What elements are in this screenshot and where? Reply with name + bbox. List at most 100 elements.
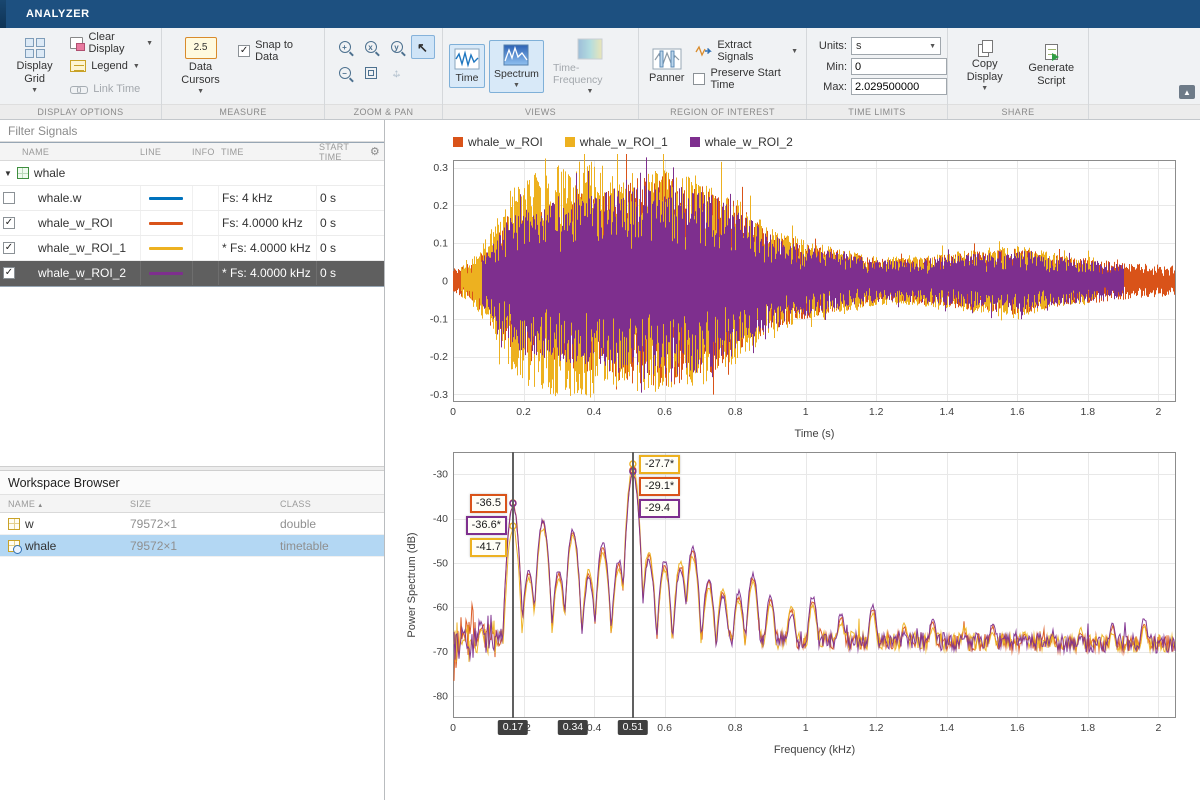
legend-label: whale_w_ROI_1	[580, 135, 668, 149]
ribbon: Display Grid ▼ Clear Display ▼ Legend ▼	[0, 28, 1200, 120]
legend-item: whale_w_ROI	[453, 135, 543, 149]
signal-name: whale_w_ROI_1	[18, 241, 140, 255]
signal-row[interactable]: ✓whale_w_ROI_2* Fs: 4.0000 kHz0 s	[0, 261, 384, 286]
zoom-x-button[interactable]: x	[359, 35, 383, 59]
column-start-time[interactable]: START TIME	[316, 142, 366, 162]
signal-table: NAME LINE INFO TIME START TIME ⚙ ▼ whale…	[0, 142, 384, 287]
checkbox-unchecked-icon	[693, 73, 705, 85]
link-time-label: Link Time	[93, 83, 140, 95]
link-time-button[interactable]: Link Time	[68, 79, 155, 99]
table-icon	[8, 518, 20, 530]
panner-label: Panner	[649, 72, 684, 85]
display-grid-icon	[25, 38, 45, 58]
toolstrip-tabbar: ANALYZERDISPLAYTIMESPECTRUM ? ▾	[0, 0, 1200, 28]
workspace-title: Workspace Browser	[0, 471, 384, 495]
workspace-row[interactable]: whale79572×1timetable	[0, 535, 384, 557]
signal-group-row[interactable]: ▼ whale	[0, 161, 384, 186]
legend-button[interactable]: Legend ▼	[68, 56, 155, 76]
zoom-out-button[interactable]: −	[333, 61, 357, 85]
column-class[interactable]: CLASS	[280, 499, 384, 509]
column-size[interactable]: SIZE	[130, 499, 280, 509]
data-cursors-button[interactable]: 2.5 Data Cursors ▼	[168, 35, 233, 97]
spectrum-view-label: Spectrum	[494, 68, 539, 80]
column-info[interactable]: INFO	[192, 147, 218, 157]
signal-group-icon	[17, 167, 29, 179]
clear-display-button[interactable]: Clear Display ▼	[68, 33, 155, 53]
minimize-ribbon-button[interactable]: ▲	[1179, 85, 1195, 99]
units-label: Units:	[813, 40, 847, 52]
spectrum-view-button[interactable]: Spectrum ▼	[489, 40, 544, 93]
time-plot-canvas[interactable]	[403, 154, 1188, 426]
zoom-y-icon: y	[391, 41, 403, 53]
extract-signals-button[interactable]: Extract Signals ▼	[693, 41, 800, 61]
checkbox-checked-icon[interactable]: ✓	[3, 267, 15, 279]
time-frequency-view-button[interactable]: Time-Frequency ▼	[548, 34, 632, 99]
signal-start-time: 0 s	[316, 236, 366, 260]
column-time[interactable]: TIME	[218, 147, 316, 157]
workspace-browser: Workspace Browser NAME▲ SIZE CLASS w7957…	[0, 466, 384, 800]
snap-to-data-checkbox[interactable]: ✓ Snap to Data	[238, 39, 318, 63]
variable-class: double	[280, 517, 384, 531]
time-view-icon	[454, 48, 480, 70]
column-name[interactable]: NAME	[18, 147, 140, 157]
chevron-down-icon: ▼	[31, 87, 38, 94]
signal-group-name: whale	[34, 166, 65, 180]
time-view-button[interactable]: Time	[449, 44, 485, 88]
expand-collapse-icon[interactable]: ▼	[4, 169, 12, 178]
min-time-field[interactable]	[851, 58, 947, 75]
filter-signals-input[interactable]	[0, 120, 384, 142]
column-name[interactable]: NAME▲	[0, 499, 130, 509]
units-value: s	[856, 40, 862, 52]
section-label: DISPLAY OPTIONS	[0, 104, 161, 119]
signal-start-time: 0 s	[316, 261, 366, 285]
spectrum-plot-canvas[interactable]	[403, 446, 1188, 742]
time-view-label: Time	[456, 72, 479, 84]
section-label: ZOOM & PAN	[325, 104, 442, 119]
zoom-y-button[interactable]: y	[385, 35, 409, 59]
extract-signals-label: Extract Signals	[717, 39, 786, 63]
copy-display-button[interactable]: Copy Display ▼	[954, 38, 1016, 94]
column-line[interactable]: LINE	[140, 147, 192, 157]
checkbox-checked-icon[interactable]: ✓	[3, 217, 15, 229]
variable-size: 79572×1	[130, 517, 280, 531]
signal-row[interactable]: ✓whale_w_ROI_1* Fs: 4.0000 kHz0 s	[0, 236, 384, 261]
pan-button[interactable]	[385, 61, 409, 85]
chevron-down-icon: ▼	[587, 88, 594, 95]
min-label: Min:	[813, 61, 847, 73]
sort-ascending-icon: ▲	[37, 503, 43, 509]
pointer-button[interactable]: ↖	[411, 35, 435, 59]
signal-analyzer-app: ANALYZERDISPLAYTIMESPECTRUM ? ▾ Display …	[0, 0, 1200, 800]
snap-to-data-label: Snap to Data	[255, 39, 318, 63]
column-settings-icon[interactable]: ⚙	[366, 145, 384, 158]
generate-script-button[interactable]: Generate Script	[1021, 42, 1083, 89]
signal-name: whale.w	[18, 191, 140, 205]
time-frequency-view-icon	[577, 38, 603, 60]
chevron-down-icon: ▼	[133, 63, 140, 70]
section-views: Time Spectrum ▼	[443, 28, 639, 119]
legend-label: Legend	[91, 60, 128, 72]
display-grid-button[interactable]: Display Grid ▼	[6, 36, 63, 96]
preserve-start-time-checkbox[interactable]: Preserve Start Time	[693, 67, 800, 91]
spectrum-plot: -36.5-36.6*-41.70.17-27.7*-29.1*-29.40.5…	[403, 446, 1188, 760]
workspace-row[interactable]: w79572×1double	[0, 513, 384, 535]
section-time-limits: Units: s ▼ Min: Max:	[807, 28, 948, 119]
panner-button[interactable]: Panner	[645, 46, 688, 87]
zoom-in-button[interactable]: +	[333, 35, 357, 59]
generate-script-label: Generate Script	[1025, 62, 1079, 87]
max-time-field[interactable]	[851, 78, 947, 95]
variable-class: timetable	[280, 539, 384, 553]
section-label: REGION OF INTEREST	[639, 104, 806, 119]
checkbox-unchecked-icon[interactable]	[3, 192, 15, 204]
units-select[interactable]: s ▼	[851, 37, 941, 55]
script-icon	[1045, 44, 1058, 60]
checkbox-checked-icon[interactable]: ✓	[3, 242, 15, 254]
timetable-icon	[8, 540, 20, 552]
signal-row[interactable]: whale.wFs: 4 kHz0 s	[0, 186, 384, 211]
legend-swatch	[565, 137, 575, 147]
signal-sample-rate: Fs: 4.0000 kHz	[218, 211, 316, 235]
signal-row[interactable]: ✓whale_w_ROIFs: 4.0000 kHz0 s	[0, 211, 384, 236]
signal-table-header: NAME LINE INFO TIME START TIME ⚙	[0, 143, 384, 161]
fit-to-view-button[interactable]	[359, 61, 383, 85]
pan-icon	[389, 66, 404, 81]
copy-display-label: Copy Display	[958, 58, 1012, 83]
